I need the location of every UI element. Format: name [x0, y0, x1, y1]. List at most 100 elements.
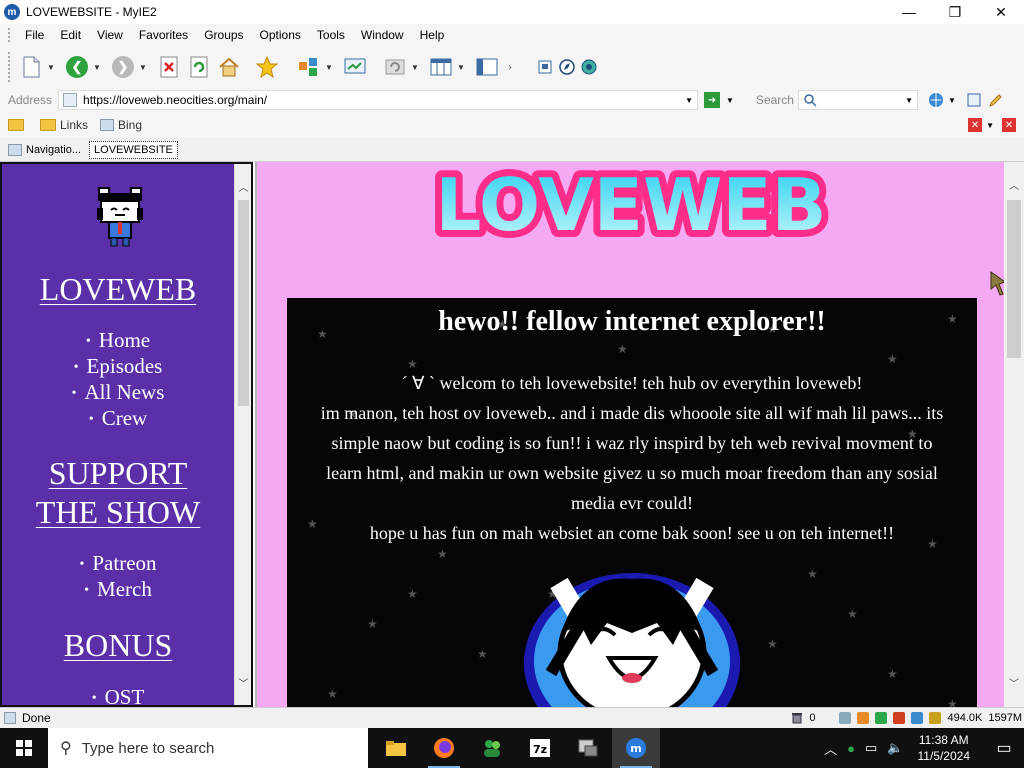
folder-star-icon	[8, 119, 24, 131]
groups-dropdown-icon[interactable]: ▼	[325, 63, 335, 72]
stop-icon[interactable]	[155, 53, 183, 81]
sidebar-toggle-icon[interactable]	[473, 53, 501, 81]
notification-icon[interactable]: ▭	[984, 728, 1024, 768]
sidebar-heading-loveweb[interactable]: LOVEWEB	[2, 270, 234, 308]
monitor-icon[interactable]	[341, 53, 369, 81]
main-scrollbar[interactable]: ︿ ﹀	[1004, 162, 1024, 707]
sidebar-item-episodes[interactable]: Episodes	[2, 354, 234, 380]
main-scroll-up-icon[interactable]: ︿	[1004, 176, 1024, 192]
script-toggle-icon[interactable]	[893, 712, 906, 724]
menu-window[interactable]: Window	[353, 28, 412, 42]
menu-file[interactable]: File	[17, 28, 52, 42]
firefox-taskbar-icon[interactable]	[420, 728, 468, 768]
refresh-icon[interactable]	[185, 53, 213, 81]
sidebar-item-crew[interactable]: Crew	[2, 406, 234, 432]
7zip-taskbar-icon[interactable]: 7z	[516, 728, 564, 768]
undo-dropdown-icon[interactable]: ▼	[411, 63, 421, 72]
sidebar-heading-support-line2[interactable]: THE SHOW	[2, 493, 234, 531]
go-arrow-icon[interactable]: ➜	[704, 92, 721, 108]
messenger-taskbar-icon[interactable]	[468, 728, 516, 768]
tab-navigation[interactable]: Navigatio...	[4, 142, 85, 158]
favorites-folder-button[interactable]	[8, 119, 28, 131]
maximize-button[interactable]: ❐	[932, 0, 978, 24]
main-scroll-thumb[interactable]	[1007, 200, 1021, 358]
scroll-down-arrow-icon[interactable]: ﹀	[235, 674, 251, 690]
sidebar-scroll-thumb[interactable]	[238, 200, 249, 406]
popup-blocker-icon[interactable]	[839, 712, 852, 724]
toolbar-overflow-icon[interactable]: ›	[503, 53, 517, 81]
compass-icon[interactable]	[557, 53, 577, 81]
file-explorer-taskbar-icon[interactable]	[372, 728, 420, 768]
favorites-star-icon[interactable]	[253, 53, 281, 81]
menu-groups[interactable]: Groups	[196, 28, 251, 42]
image-toggle-icon[interactable]	[875, 712, 888, 724]
back-icon[interactable]: ❮	[63, 53, 91, 81]
people-tray-icon[interactable]: ●	[847, 741, 855, 756]
menu-view[interactable]: View	[89, 28, 131, 42]
download-icon[interactable]	[857, 712, 870, 724]
menu-bar: File Edit View Favorites Groups Options …	[0, 24, 1024, 46]
globe-search-icon[interactable]	[928, 92, 944, 108]
home-icon[interactable]	[215, 53, 243, 81]
minimize-button[interactable]: —	[886, 0, 932, 24]
bing-link[interactable]: Bing	[100, 118, 142, 132]
network-icon[interactable]: ▭	[865, 740, 877, 756]
myie2-taskbar-icon[interactable]: m	[612, 728, 660, 768]
search-input[interactable]: ▼	[797, 90, 918, 110]
address-input[interactable]: https://loveweb.neocities.org/main/ ▼	[58, 90, 699, 110]
volume-icon[interactable]: 🔈	[887, 740, 903, 756]
new-page-icon[interactable]	[17, 53, 45, 81]
close-button[interactable]: ✕	[978, 0, 1024, 24]
address-dropdown-icon[interactable]: ▼	[685, 96, 693, 105]
highlight-icon[interactable]	[966, 92, 982, 108]
sidebar-item-ost[interactable]: OST	[2, 685, 234, 705]
start-button[interactable]	[0, 728, 48, 768]
sidebar-item-home[interactable]: Home	[2, 328, 234, 354]
system-tool-taskbar-icon[interactable]	[564, 728, 612, 768]
links-folder[interactable]: Links	[40, 118, 88, 132]
sidebar-nav-bonus: OST	[2, 685, 234, 705]
menu-edit[interactable]: Edit	[52, 28, 89, 42]
tile-windows-icon[interactable]	[427, 53, 455, 81]
back-dropdown-icon[interactable]: ▼	[93, 63, 103, 72]
tile-dropdown-icon[interactable]: ▼	[457, 63, 467, 72]
scroll-up-arrow-icon[interactable]: ︿	[235, 178, 251, 194]
menu-options[interactable]: Options	[252, 28, 309, 42]
new-page-dropdown-icon[interactable]: ▼	[47, 63, 57, 72]
pen-icon[interactable]	[988, 92, 1004, 108]
close-tab-icon[interactable]: ✕	[968, 118, 983, 132]
sidebar-heading-support-line1[interactable]: SUPPORT	[2, 454, 234, 492]
search-dropdown-icon[interactable]: ▼	[905, 96, 913, 105]
globe-mode-icon[interactable]	[579, 53, 599, 81]
sidebar-heading-bonus[interactable]: BONUS	[2, 626, 234, 664]
sidebar-item-all-news[interactable]: All News	[2, 380, 234, 406]
sidebar-item-patreon[interactable]: Patreon	[2, 551, 234, 577]
menubar-grip[interactable]	[8, 28, 11, 42]
sidebar-scrollbar[interactable]: ︿ ﹀	[234, 164, 251, 705]
close-tab-dropdown-icon[interactable]: ▼	[986, 121, 994, 130]
go-dropdown-icon[interactable]: ▼	[726, 96, 734, 105]
close-all-icon[interactable]: ✕	[1002, 118, 1016, 132]
tab-lovewebsite[interactable]: LOVEWEBSITE	[89, 140, 178, 159]
show-hidden-icons-icon[interactable]: ︿	[824, 739, 837, 758]
address-url[interactable]: https://loveweb.neocities.org/main/	[83, 93, 267, 107]
welcome-panel: ★ ★ ★ ★ ★ ★ ★ ★ ★ ★ ★ ★ ★ ★ ★ ★ ★ ★ ★ ★ ★ ★ hewo!! …	[287, 298, 977, 707]
main-scroll-down-icon[interactable]: ﹀	[1004, 674, 1024, 690]
clock[interactable]: 11:38 AM 11/5/2024	[918, 732, 971, 764]
sidebar-item-merch[interactable]: Merch	[2, 577, 234, 603]
taskbar-search[interactable]: ⚲ Type here to search	[48, 728, 368, 768]
page-content: LOVEWEB Home Episodes All News Crew SUPP…	[0, 162, 1024, 707]
forward-dropdown-icon[interactable]: ▼	[139, 63, 149, 72]
window-mode-icon[interactable]	[535, 53, 555, 81]
menu-tools[interactable]: Tools	[309, 28, 353, 42]
sidebar-nav-support: Patreon Merch	[2, 551, 234, 603]
toolbar-grip[interactable]	[8, 52, 11, 82]
globe-search-dropdown-icon[interactable]: ▼	[948, 96, 956, 105]
undo-close-icon[interactable]	[381, 53, 409, 81]
trash-icon[interactable]	[791, 712, 803, 724]
proxy-icon[interactable]	[911, 712, 924, 724]
forward-icon[interactable]: ❯	[109, 53, 137, 81]
menu-favorites[interactable]: Favorites	[131, 28, 196, 42]
menu-help[interactable]: Help	[412, 28, 453, 42]
groups-icon[interactable]	[295, 53, 323, 81]
